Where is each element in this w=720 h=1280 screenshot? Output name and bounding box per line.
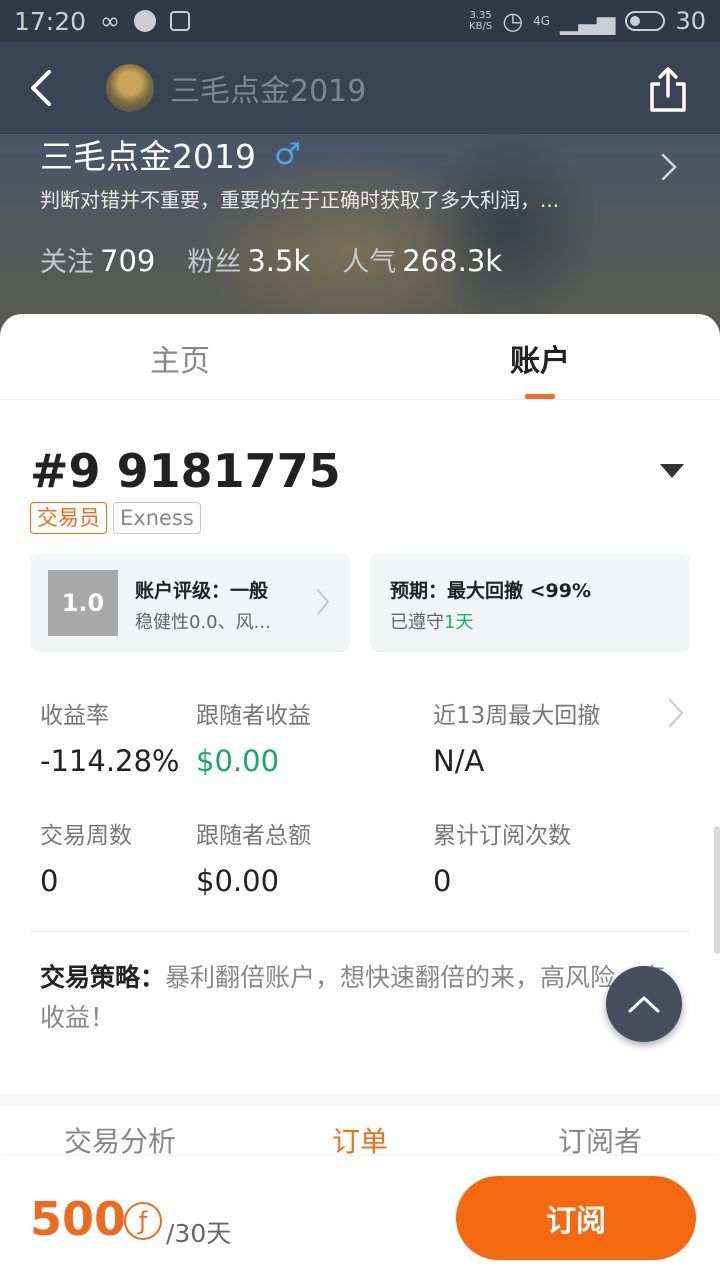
expectation-title: 预期：最大回撤 <99% <box>390 580 592 602</box>
account-number: #9 9181775 <box>30 444 341 498</box>
trading-strategy: 交易策略：暴利翻倍账户，想快速翻倍的来，高风险，高收益！ <box>40 958 680 1038</box>
chevron-right-icon[interactable] <box>668 698 684 728</box>
expectation-kept: 已遵守1天 <box>390 608 473 634</box>
profile-bio: 判断对错并不重要，重要的在于正确时获取了多大利润，... <box>40 188 560 212</box>
stat-popularity: 人气 268.3k <box>342 240 502 279</box>
tab-trade-analysis[interactable]: 交易分析 <box>0 1120 240 1160</box>
section-separator <box>0 1094 720 1106</box>
tag-trader: 交易员 <box>30 502 107 534</box>
infinity-icon: ∞ <box>100 7 121 35</box>
coin-icon: ƒ <box>124 1202 162 1240</box>
subscription-price: 500 <box>30 1192 127 1246</box>
metric-subscription-count: 累计订阅次数 0 <box>433 816 571 898</box>
alarm-icon: ◷ <box>502 7 524 35</box>
metric-label: 交易周数 <box>40 823 132 849</box>
rating-title: 账户评级：一般 <box>135 580 269 602</box>
main-tabs: 主页 账户 <box>0 314 720 400</box>
divider <box>30 931 690 932</box>
network-type: 4G <box>533 14 551 28</box>
kept-days: 1天 <box>444 612 474 633</box>
metric-label: 跟随者总额 <box>196 823 311 849</box>
expectation-box: 预期：最大回撤 <99% 已遵守1天 <box>370 554 690 652</box>
nav-avatar <box>106 64 154 112</box>
tab-subscribers[interactable]: 订阅者 <box>480 1120 720 1160</box>
account-tags: 交易员 Exness <box>30 502 201 534</box>
app-icon <box>170 11 191 31</box>
stat-value: 3.5k <box>247 244 311 278</box>
share-icon[interactable] <box>646 66 690 114</box>
profile-stats: 关注 709 粉丝 3.5k 人气 268.3k <box>40 240 502 279</box>
kept-prefix: 已遵守 <box>390 612 444 633</box>
signal-icon: ▁▃▅ <box>560 7 616 35</box>
profile-name-row[interactable]: 三毛点金2019 ♂ <box>40 130 301 178</box>
metric-label: 收益率 <box>40 703 109 729</box>
tab-account[interactable]: 账户 <box>450 336 630 380</box>
rating-score: 1.0 <box>48 570 118 636</box>
nav-title: 三毛点金2019 <box>170 74 367 109</box>
status-bar: 17:20 ∞ 3.35 KB/S ◷ 4G ▁▃▅ 30 <box>0 0 720 42</box>
net-speed: 3.35 KB/S <box>469 10 492 32</box>
battery-icon <box>625 11 666 31</box>
metric-label: 近13周最大回撤 <box>433 703 601 729</box>
net-speed-unit: KB/S <box>469 21 493 32</box>
metric-value: 0 <box>40 864 59 898</box>
account-card: 主页 账户 #9 9181775 交易员 Exness 1.0 账户评级：一般 … <box>0 314 720 1280</box>
metric-value: $0.00 <box>196 744 280 778</box>
status-time: 17:20 <box>14 6 87 36</box>
stat-label: 粉丝 <box>187 247 242 278</box>
subscribe-bar: 500 ƒ /30天 订阅 <box>0 1156 720 1280</box>
strategy-label: 交易策略： <box>40 963 166 992</box>
metric-return-rate: 收益率 -114.28% <box>40 696 180 778</box>
metric-value: N/A <box>433 744 485 778</box>
stat-label: 关注 <box>40 247 94 278</box>
scrollbar[interactable] <box>714 826 720 954</box>
tag-broker: Exness <box>113 502 201 534</box>
top-nav-bar: 三毛点金2019 <box>0 42 720 134</box>
metric-value: $0.00 <box>196 864 280 898</box>
active-tab-indicator <box>525 394 555 399</box>
chevron-right-icon[interactable] <box>660 152 678 182</box>
metric-follower-total: 跟随者总额 $0.00 <box>196 816 311 898</box>
account-dropdown-icon[interactable] <box>660 464 684 478</box>
metric-trading-weeks: 交易周数 0 <box>40 816 132 898</box>
account-rating-box[interactable]: 1.0 账户评级：一般 稳健性0.0、风... <box>30 554 350 652</box>
male-gender-icon: ♂ <box>273 136 301 172</box>
chevron-up-icon <box>628 996 660 1013</box>
battery-level: 30 <box>675 7 706 35</box>
chat-icon <box>134 10 157 32</box>
net-speed-value: 3.35 <box>469 10 492 21</box>
tab-home[interactable]: 主页 <box>90 336 270 380</box>
scroll-to-top-button[interactable] <box>606 966 682 1042</box>
stat-following[interactable]: 关注 709 <box>40 240 155 279</box>
stat-label: 人气 <box>342 247 397 278</box>
metric-value: 0 <box>433 864 452 898</box>
profile-name: 三毛点金2019 <box>40 137 256 176</box>
stat-followers[interactable]: 粉丝 3.5k <box>187 240 310 279</box>
metric-follower-profit: 跟随者收益 $0.00 <box>196 696 311 778</box>
rating-subtitle: 稳健性0.0、风... <box>135 612 271 633</box>
metric-value: -114.28% <box>40 744 180 778</box>
metric-label: 跟随者收益 <box>196 703 311 729</box>
metric-label: 累计订阅次数 <box>433 823 571 849</box>
price-period: /30天 <box>166 1219 232 1248</box>
chevron-right-icon <box>317 589 330 615</box>
stat-value: 709 <box>100 244 156 278</box>
back-button[interactable] <box>0 42 80 134</box>
chevron-left-icon <box>31 70 51 106</box>
tab-orders[interactable]: 订单 <box>240 1120 480 1160</box>
stat-value: 268.3k <box>402 244 503 278</box>
metric-max-drawdown: 近13周最大回撤 N/A <box>433 696 600 778</box>
subscribe-button[interactable]: 订阅 <box>456 1176 696 1260</box>
